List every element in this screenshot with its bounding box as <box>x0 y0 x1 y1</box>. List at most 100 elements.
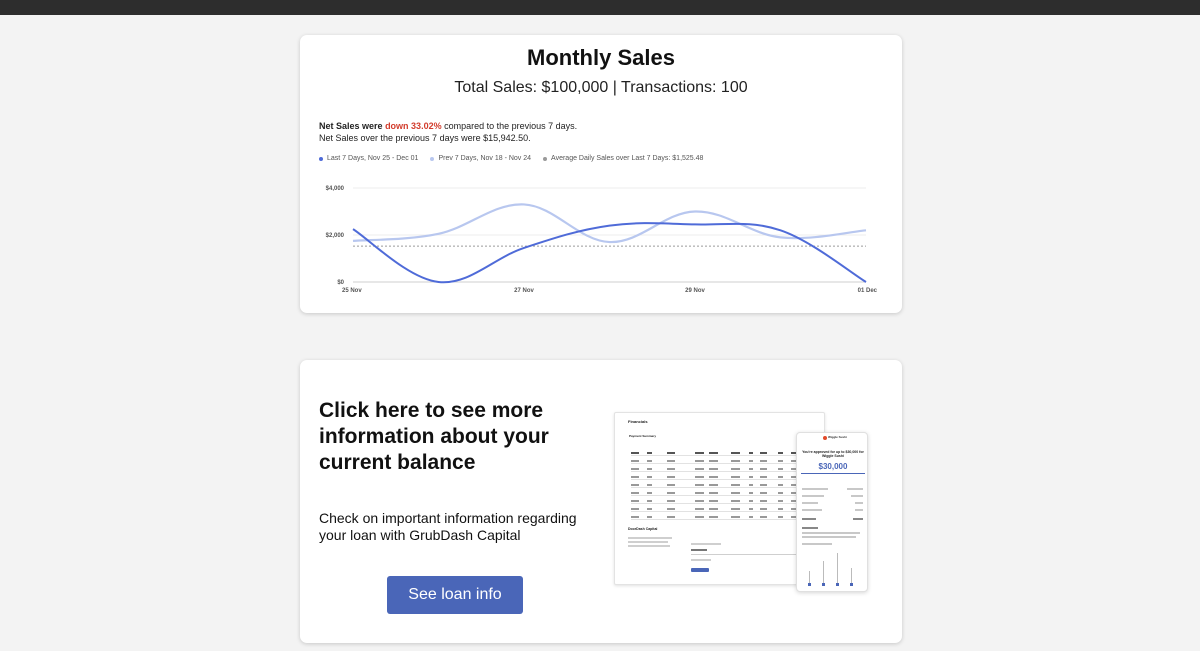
payment-table-cell <box>695 516 704 518</box>
payment-table-cell <box>709 452 718 454</box>
phone-text-line <box>853 518 863 520</box>
payment-table-cell <box>778 508 783 510</box>
payment-table-cell <box>667 452 675 454</box>
series-line-last-7-days <box>352 222 867 284</box>
capital-text-line <box>628 537 672 539</box>
payment-table-cell <box>667 508 675 510</box>
payment-table-cell <box>760 476 767 478</box>
phone-chart-marker <box>850 583 853 586</box>
phone-text-line <box>847 488 863 490</box>
payment-table-divider <box>631 471 815 472</box>
payment-table-cell <box>695 492 704 494</box>
phone-text-line <box>802 532 860 534</box>
payment-table-cell <box>709 476 718 478</box>
payment-table-cell <box>731 500 740 502</box>
payment-table-cell <box>647 484 652 486</box>
legend-label-prev-7-days: Prev 7 Days, Nov 18 - Nov 24 <box>438 155 532 162</box>
see-loan-info-button[interactable]: See loan info <box>387 576 523 614</box>
payment-table-cell <box>667 516 675 518</box>
financials-heading: Financials <box>628 419 648 424</box>
payment-table-cell <box>631 476 639 478</box>
legend-dot-average <box>543 156 548 161</box>
payment-table-cell <box>647 492 652 494</box>
payment-table-cell <box>778 452 783 454</box>
payment-table-cell <box>709 500 718 502</box>
payment-table-cell <box>667 500 675 502</box>
payment-table-divider <box>631 495 815 496</box>
payment-table-cell <box>647 516 652 518</box>
payment-table-cell <box>709 468 718 470</box>
payment-table-cell <box>631 468 639 470</box>
payment-table-cell <box>631 500 639 502</box>
payment-table-cell <box>749 516 753 518</box>
payment-table-cell <box>778 460 783 462</box>
payment-table-cell <box>778 500 783 502</box>
payment-table-cell <box>631 460 639 462</box>
loan-promo-card[interactable]: Click here to see more information about… <box>300 360 902 643</box>
payment-table-cell <box>709 492 718 494</box>
legend-item-last-7-days: Last 7 Days, Nov 25 - Dec 01 <box>319 155 418 162</box>
payment-table-cell <box>631 452 639 454</box>
merchant-logo-icon <box>823 436 827 440</box>
payment-table-cell <box>647 476 652 478</box>
payment-table-cell <box>749 468 753 470</box>
payment-table-cell <box>760 468 767 470</box>
promo-description: Check on important information regarding… <box>319 510 577 543</box>
payment-table-cell <box>749 500 753 502</box>
payment-table-cell <box>695 500 704 502</box>
capital-text-line <box>628 545 670 547</box>
payment-table-cell <box>760 508 767 510</box>
legend-label-average: Average Daily Sales over Last 7 Days: $1… <box>551 155 704 162</box>
monthly-sales-card: Monthly Sales Total Sales: $100,000 | Tr… <box>300 35 902 313</box>
payment-table-cell <box>749 484 753 486</box>
phone-text-line <box>851 495 863 497</box>
legend-item-average: Average Daily Sales over Last 7 Days: $1… <box>543 155 703 162</box>
payment-table-cell <box>760 500 767 502</box>
payment-table-cell <box>709 460 718 462</box>
sales-card-subtitle: Total Sales: $100,000 | Transactions: 10… <box>454 79 748 96</box>
payment-table-cell <box>749 508 753 510</box>
payment-table-divider <box>631 511 815 512</box>
capital-text-line <box>628 541 668 543</box>
payment-table-cell <box>667 492 675 494</box>
phone-text-line <box>802 527 818 529</box>
payment-table-cell <box>749 460 753 462</box>
payment-table-cell <box>647 460 652 462</box>
capital-mini-button <box>691 568 709 572</box>
net-sales-change: down 33.02% <box>385 121 442 131</box>
net-sales-trail: compared to the previous 7 days. <box>444 121 578 131</box>
payment-table-cell <box>667 468 675 470</box>
payment-table-cell <box>709 484 718 486</box>
phone-text-line <box>802 536 856 538</box>
capital-text-line <box>691 543 721 545</box>
payment-table-cell <box>709 508 718 510</box>
capital-amount-line <box>691 549 707 551</box>
legend-label-last-7-days: Last 7 Days, Nov 25 - Dec 01 <box>327 155 419 162</box>
merchant-label: Wiggle Sushi <box>828 435 847 439</box>
approval-amount: $30,000 <box>818 462 848 471</box>
phone-chart-marker <box>822 583 825 586</box>
phone-chart-marker <box>808 583 811 586</box>
financials-preview-image: Financials Payment Summary DoorDash Capi… <box>614 410 870 592</box>
phone-text-line <box>802 488 828 490</box>
x-tick-label: 29 Nov <box>685 288 705 294</box>
promo-title[interactable]: Click here to see more information about… <box>319 398 589 476</box>
payment-table-cell <box>778 492 783 494</box>
net-sales-summary: Net Sales were down 33.02% compared to t… <box>319 121 577 131</box>
payment-table-cell <box>695 484 704 486</box>
payment-table-cell <box>731 508 740 510</box>
capital-text-line <box>691 559 711 561</box>
payment-table-divider <box>631 487 815 488</box>
payment-table-cell <box>631 484 639 486</box>
payment-table-cell <box>647 468 652 470</box>
net-sales-lead: Net Sales were <box>319 121 383 131</box>
y-tick-label: $0 <box>337 280 344 286</box>
capital-divider <box>691 554 801 555</box>
payment-table-cell <box>731 468 740 470</box>
financials-screenshot: Financials Payment Summary DoorDash Capi… <box>614 412 825 585</box>
payment-table-cell <box>760 492 767 494</box>
payment-table-cell <box>778 468 783 470</box>
payment-table-cell <box>760 452 767 454</box>
payment-table-cell <box>647 452 652 454</box>
x-tick-label: 01 Dec <box>858 288 878 294</box>
